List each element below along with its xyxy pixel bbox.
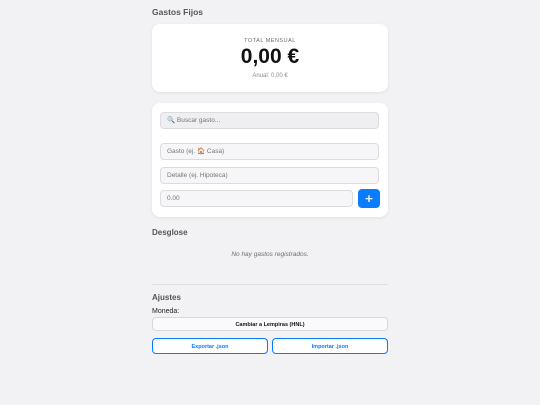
search-input[interactable] bbox=[160, 112, 379, 129]
change-currency-button[interactable]: Cambiar a Lempiras (HNL) bbox=[152, 317, 388, 331]
currency-label: Moneda: bbox=[152, 308, 180, 315]
settings-title: Ajustes bbox=[152, 293, 181, 302]
export-json-button[interactable]: Exportar .json bbox=[152, 338, 268, 354]
summary-card: TOTAL MENSUAL 0,00 € Anual: 0,00 € bbox=[152, 24, 388, 92]
total-amount: 0,00 € bbox=[240, 45, 300, 68]
expense-form-card: + bbox=[152, 103, 388, 217]
annual-amount: Anual: 0,00 € bbox=[252, 73, 288, 79]
empty-state-text: No hay gastos registrados. bbox=[231, 251, 309, 258]
expense-amount-field[interactable] bbox=[160, 190, 353, 207]
breakdown-title: Desglose bbox=[152, 228, 188, 237]
section-divider bbox=[152, 284, 388, 285]
add-expense-button[interactable]: + bbox=[358, 189, 380, 208]
app-screen: Gastos Fijos TOTAL MENSUAL 0,00 € Anual:… bbox=[0, 0, 540, 405]
expense-detail-field[interactable] bbox=[160, 167, 379, 184]
expense-name-field[interactable] bbox=[160, 143, 379, 160]
total-label: TOTAL MENSUAL bbox=[244, 38, 296, 44]
import-json-button[interactable]: Importar .json bbox=[272, 338, 388, 354]
app-title: Gastos Fijos bbox=[152, 7, 204, 17]
